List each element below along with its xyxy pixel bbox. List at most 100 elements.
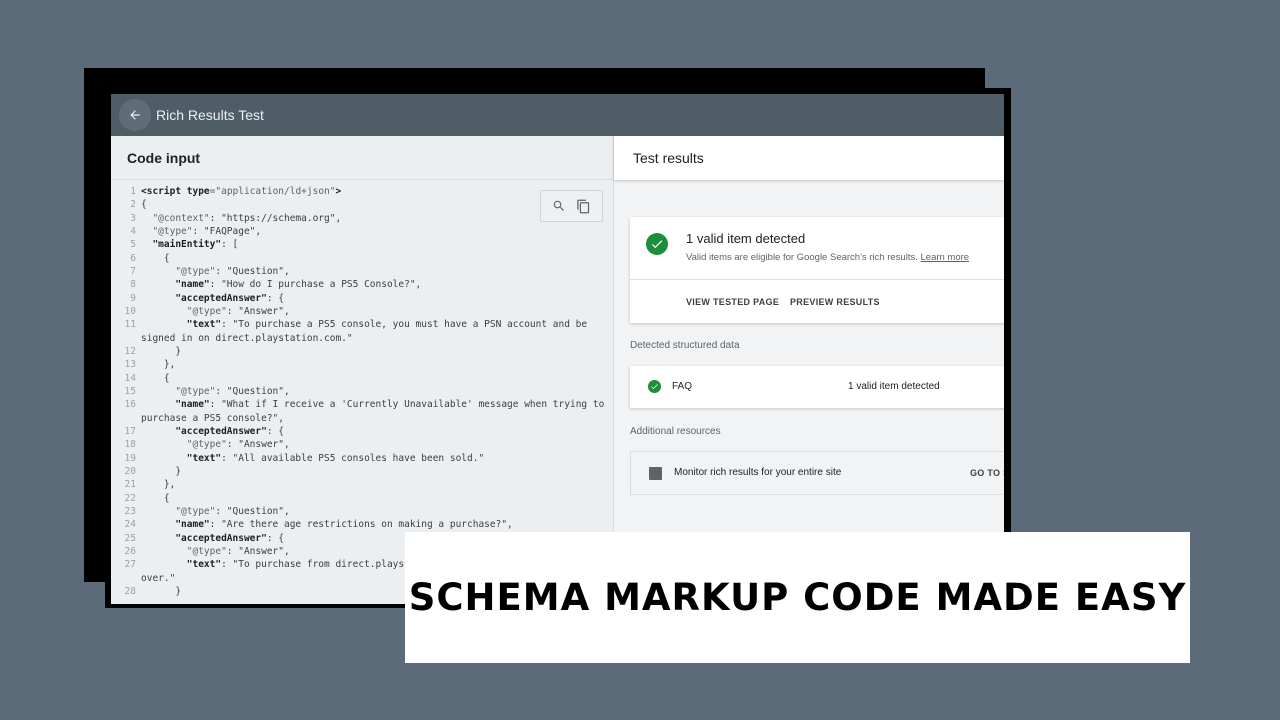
- code-line: 3 "@context": "https://schema.org",: [111, 212, 613, 225]
- line-number: 1: [130, 186, 136, 197]
- line-number: 21: [124, 479, 136, 491]
- view-tested-page-button[interactable]: VIEW TESTED PAGE: [686, 297, 779, 307]
- code-token: "@type": [141, 545, 227, 557]
- line-number: [111, 412, 141, 425]
- code-token: : "Question",: [215, 385, 290, 397]
- check-circle-icon: [646, 233, 668, 255]
- arrow-back-icon: [130, 110, 140, 120]
- code-token: : "https://schema.org",: [209, 212, 342, 224]
- code-line: 17 "acceptedAnswer": {: [111, 425, 613, 438]
- code-line: 5 "mainEntity": [: [111, 238, 613, 251]
- code-line: signed in on direct.playstation.com.": [111, 332, 613, 345]
- code-line: 10 "@type": "Answer",: [111, 305, 613, 318]
- title-banner: SCHEMA MARKUP CODE MADE EASY: [405, 532, 1190, 663]
- code-token: "@context": [141, 212, 210, 224]
- line-number: 25: [124, 532, 136, 544]
- line-number: 8: [130, 279, 136, 291]
- line-number: 12: [124, 345, 136, 357]
- monitor-text: Monitor rich results for your entire sit…: [674, 467, 842, 478]
- line-number: 16: [124, 399, 136, 411]
- code-token: }: [141, 465, 182, 477]
- valid-items-title: 1 valid item detected: [686, 231, 806, 246]
- line-number: 19: [124, 452, 136, 464]
- code-token: : [: [221, 239, 239, 251]
- preview-results-button[interactable]: PREVIEW RESULTS: [790, 297, 880, 307]
- card-divider: [630, 279, 1004, 280]
- code-token: signed in on direct.playstation.com.": [141, 332, 353, 344]
- line-number: 6: [130, 252, 136, 264]
- learn-more-link[interactable]: Learn more: [921, 252, 970, 263]
- top-bar: Rich Results Test: [111, 94, 1004, 136]
- code-token: "acceptedAnswer": [141, 532, 267, 544]
- banner-title: SCHEMA MARKUP CODE MADE EASY: [408, 576, 1187, 619]
- code-token: >: [335, 186, 342, 197]
- code-line: 2{: [111, 198, 613, 211]
- detected-structured-data-label: Detected structured data: [630, 340, 740, 351]
- code-line: purchase a PS5 console?",: [111, 412, 613, 425]
- line-number: 4: [130, 225, 136, 237]
- additional-resources-label: Additional resources: [630, 426, 721, 437]
- rich-results-window: Rich Results Test Code input 1 <script ty…: [111, 94, 1004, 604]
- line-number: 7: [130, 265, 136, 277]
- code-line: 9 "acceptedAnswer": {: [111, 292, 613, 305]
- line-number: 9: [130, 292, 136, 304]
- line-number: 14: [124, 372, 136, 384]
- code-token: "@type": [141, 439, 227, 451]
- code-token: : "To purchase from direct.plays: [221, 559, 405, 571]
- code-line: 4 "@type": "FAQPage",: [111, 225, 613, 238]
- line-number: 20: [124, 465, 136, 477]
- line-number: 17: [124, 425, 136, 437]
- code-token: "@type": [141, 505, 216, 517]
- go-to-search-console-button[interactable]: GO TO S: [970, 468, 1004, 478]
- line-number: 22: [124, 492, 136, 504]
- code-token: : "What if I receive a 'Currently Unavai…: [209, 399, 605, 411]
- line-number: 10: [124, 305, 136, 317]
- code-token: "acceptedAnswer": [141, 425, 267, 437]
- code-token: "@type": [141, 305, 227, 317]
- code-token: <script: [141, 186, 187, 197]
- code-line: 22 {: [111, 492, 613, 505]
- code-line: 14 {: [111, 372, 613, 385]
- code-line: 20 }: [111, 465, 613, 478]
- code-token: "@type": [141, 225, 193, 237]
- valid-items-card: 1 valid item detected Valid items are el…: [630, 217, 1004, 323]
- code-line: 13 },: [111, 358, 613, 371]
- line-number: 27: [124, 559, 136, 571]
- faq-label: FAQ: [672, 381, 693, 392]
- code-token: {: [141, 492, 170, 504]
- code-token: : {: [266, 425, 285, 437]
- code-token: }: [141, 345, 182, 357]
- code-line: 23 "@type": "Question",: [111, 505, 613, 518]
- line-number: [111, 332, 141, 345]
- code-line: 6 {: [111, 252, 613, 265]
- code-token: : "To purchase a PS5 console, you must h…: [221, 319, 588, 331]
- line-number: 3: [130, 212, 136, 224]
- faq-row[interactable]: FAQ 1 valid item detected: [630, 366, 1004, 408]
- code-token: "text": [141, 559, 222, 571]
- code-token: type: [186, 186, 210, 197]
- faq-status: 1 valid item detected: [848, 381, 940, 392]
- code-token: "text": [141, 319, 222, 331]
- code-token: },: [141, 479, 176, 491]
- code-token: over.": [141, 572, 176, 584]
- line-number: 23: [124, 505, 136, 517]
- line-number: 5: [130, 239, 136, 251]
- code-token: "@type": [141, 265, 216, 277]
- code-token: : "FAQPage",: [192, 225, 262, 237]
- code-line: 1 <script type ="application/ld+json" >: [111, 185, 613, 198]
- code-line: 12 }: [111, 345, 613, 358]
- code-line: 7 "@type": "Question",: [111, 265, 613, 278]
- code-token: "name": [141, 399, 210, 411]
- code-token: {: [141, 252, 170, 264]
- code-token: },: [141, 359, 176, 371]
- line-number: 26: [124, 545, 136, 557]
- code-token: : {: [266, 292, 285, 304]
- code-token: : "All available PS5 consoles have been …: [221, 452, 485, 464]
- code-token: "mainEntity": [141, 239, 222, 251]
- check-circle-icon: [648, 380, 661, 393]
- code-line: 21 },: [111, 478, 613, 491]
- code-line: 11 "text": "To purchase a PS5 console, y…: [111, 318, 613, 331]
- back-button[interactable]: [119, 99, 151, 131]
- valid-items-description: Valid items are eligible for Google Sear…: [686, 252, 918, 263]
- test-results-header: Test results: [614, 136, 1004, 180]
